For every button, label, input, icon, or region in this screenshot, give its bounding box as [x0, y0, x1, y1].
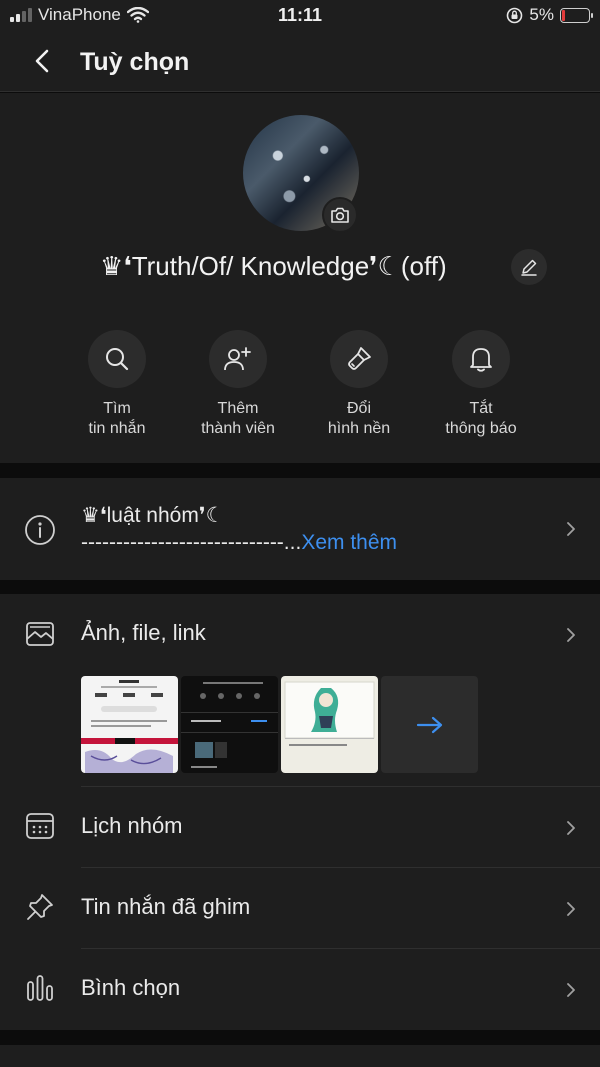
group-rules-row[interactable]: ♛❛luật nhóm❜☾ --------------------------… [0, 478, 600, 580]
rules-description: -----------------------------...Xem thêm [81, 531, 397, 555]
page-title: Tuỳ chọn [80, 48, 190, 76]
status-bar: VinaPhone 11:11 5% [0, 0, 600, 32]
add-member-icon [224, 347, 251, 371]
poll-icon [27, 975, 53, 1001]
paintbrush-icon [348, 347, 371, 370]
rules-text: -----------------------------... [81, 531, 302, 554]
pin-icon [27, 894, 53, 920]
battery-percent: 5% [529, 5, 554, 24]
image-icon [26, 622, 54, 646]
change-wallpaper-button[interactable]: Đổi hình nền [299, 330, 419, 439]
media-thumbnails [81, 676, 478, 773]
status-right: 5% [506, 5, 593, 25]
pinned-messages-label: Tin nhắn đã ghim [81, 894, 251, 919]
next-section [0, 1045, 600, 1067]
camera-icon [331, 207, 349, 223]
action-label: Đổi [346, 400, 371, 417]
media-thumbnail[interactable] [81, 676, 178, 773]
media-files-links-row[interactable]: Ảnh, file, link [0, 594, 600, 674]
chevron-right-icon [567, 821, 575, 835]
edit-name-button[interactable] [511, 249, 547, 285]
action-label: tin nhắn [88, 420, 146, 437]
chevron-right-icon [567, 628, 575, 642]
back-icon[interactable] [28, 46, 58, 76]
change-avatar-button[interactable] [322, 197, 358, 233]
nav-bar: Tuỳ chọn [0, 32, 600, 92]
action-label: Tắt [469, 400, 493, 417]
options-list: Ảnh, file, link Lịch nhóm Tin nhắn đã gh… [0, 594, 600, 1030]
action-label: thông báo [445, 420, 517, 437]
view-all-media-button[interactable] [381, 676, 478, 773]
see-more-link[interactable]: Xem thêm [301, 531, 397, 554]
media-files-links-label: Ảnh, file, link [81, 620, 206, 645]
search-icon [106, 348, 129, 371]
orientation-lock-icon [507, 7, 523, 23]
rules-title: ♛❛luật nhóm❜☾ [81, 504, 225, 527]
info-icon [25, 515, 55, 545]
polls-label: Bình chọn [81, 975, 181, 1000]
polls-row[interactable]: Bình chọn [0, 949, 600, 1029]
calendar-icon [26, 813, 54, 839]
mute-notifications-button[interactable]: Tắt thông báo [421, 330, 541, 439]
group-name: ♛❛Truth/Of/ Knowledge❜☾(off) [100, 251, 447, 281]
chevron-right-icon [567, 522, 575, 536]
action-label: thành viên [201, 420, 275, 437]
add-member-button[interactable]: Thêm thành viên [178, 330, 298, 439]
bell-icon [470, 348, 492, 372]
group-calendar-label: Lịch nhóm [81, 813, 183, 838]
media-thumbnail[interactable] [281, 676, 378, 773]
arrow-right-icon [416, 716, 442, 733]
search-messages-button[interactable]: Tìm tin nhắn [57, 330, 177, 439]
action-label: Tìm [103, 400, 131, 417]
pencil-icon [521, 259, 537, 276]
media-thumbnail[interactable] [181, 676, 278, 773]
action-label: hình nền [327, 420, 391, 437]
action-label: Thêm [217, 400, 259, 417]
group-calendar-row[interactable]: Lịch nhóm [0, 787, 600, 867]
group-profile: ♛❛Truth/Of/ Knowledge❜☾(off) Tìm tin nhắ… [0, 93, 600, 463]
chevron-right-icon [567, 902, 575, 916]
chevron-right-icon [567, 983, 575, 997]
pinned-messages-row[interactable]: Tin nhắn đã ghim [0, 868, 600, 948]
battery-icon [560, 7, 593, 23]
